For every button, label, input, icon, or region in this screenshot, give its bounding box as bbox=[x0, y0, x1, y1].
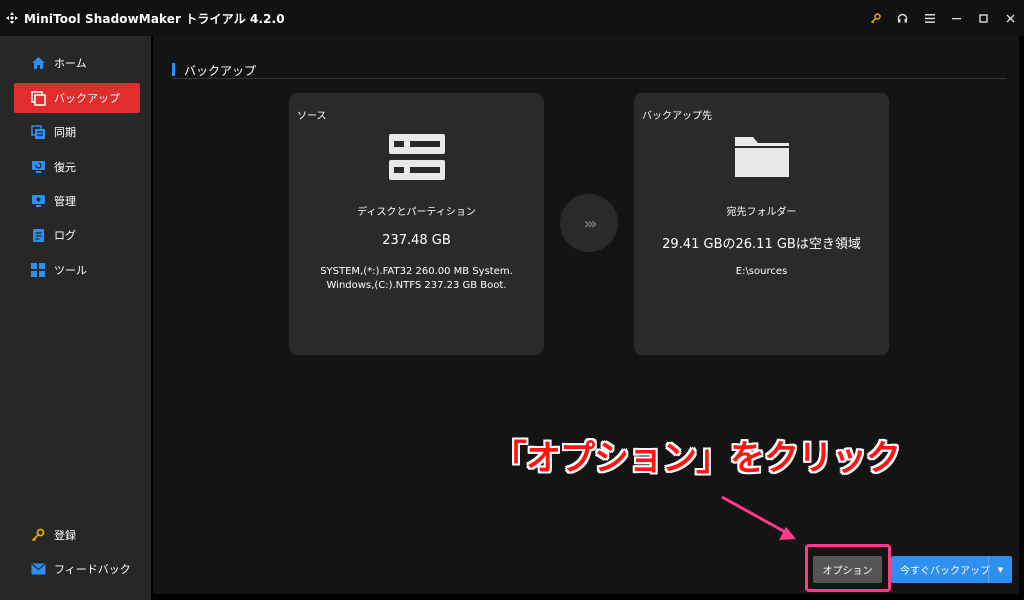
manage-icon bbox=[30, 193, 46, 209]
destination-size: 29.41 GBの26.11 GBは空き領域 bbox=[662, 237, 861, 252]
source-detail-line: Windows,(C:).NTFS 237.23 GB Boot. bbox=[326, 280, 507, 291]
sidebar-item-home[interactable]: ホーム bbox=[14, 48, 140, 78]
sidebar-item-label: 登録 bbox=[54, 529, 76, 542]
sidebar-item-label: ホーム bbox=[54, 57, 87, 70]
headset-icon[interactable] bbox=[889, 0, 916, 36]
sidebar-item-feedback[interactable]: フィードバック bbox=[14, 554, 140, 584]
maximize-icon[interactable] bbox=[970, 0, 997, 36]
section-header: バックアップ bbox=[172, 63, 1006, 79]
log-icon bbox=[30, 227, 46, 243]
app-title: MiniTool ShadowMaker トライアル 4.2.0 bbox=[24, 11, 285, 26]
backup-icon bbox=[30, 90, 46, 106]
tools-icon bbox=[30, 262, 46, 278]
sidebar-item-log[interactable]: ログ bbox=[14, 220, 140, 250]
destination-path: E:\sources bbox=[735, 266, 788, 277]
highlight-box bbox=[805, 544, 891, 592]
destination-type: 宛先フォルダー bbox=[726, 207, 797, 218]
app-logo-icon bbox=[6, 12, 18, 24]
destination-card[interactable]: バックアップ先 宛先フォルダー 29.41 GBの26.11 GBは空き領域 E… bbox=[634, 93, 889, 355]
key-icon[interactable] bbox=[862, 0, 889, 36]
annotation-text: 「オプション」をクリック bbox=[492, 439, 901, 479]
restore-icon bbox=[30, 159, 46, 175]
source-label: ソース bbox=[297, 111, 327, 122]
sidebar-item-label: 同期 bbox=[54, 126, 76, 139]
sidebar-item-label: バックアップ bbox=[54, 92, 120, 105]
arrow-indicator: ››› bbox=[560, 194, 618, 252]
source-size: 237.48 GB bbox=[382, 233, 451, 248]
sidebar-item-manage[interactable]: 管理 bbox=[14, 186, 140, 216]
sidebar-item-tools[interactable]: ツール bbox=[14, 255, 140, 285]
source-detail-line: SYSTEM,(*:).FAT32 260.00 MB System. bbox=[320, 266, 513, 277]
chevron-down-icon[interactable]: ▼ bbox=[988, 556, 1012, 583]
sidebar: ホーム バックアップ 同期 復元 管理 ログ ツール 登録 フィードバック bbox=[0, 36, 151, 600]
disk-icon bbox=[388, 134, 445, 180]
sync-icon bbox=[30, 124, 46, 140]
key-icon bbox=[30, 527, 46, 543]
window-controls bbox=[862, 0, 1024, 36]
close-icon[interactable] bbox=[997, 0, 1024, 36]
menu-icon[interactable] bbox=[916, 0, 943, 36]
source-type: ディスクとパーティション bbox=[357, 207, 476, 218]
source-card[interactable]: ソース ディスクとパーティション 237.48 GB SYSTEM,(*:).F… bbox=[289, 93, 544, 355]
sidebar-item-backup[interactable]: バックアップ bbox=[14, 83, 140, 113]
sidebar-item-label: ツール bbox=[54, 264, 87, 277]
sidebar-item-label: フィードバック bbox=[54, 563, 131, 576]
mail-icon bbox=[30, 561, 46, 577]
sidebar-item-register[interactable]: 登録 bbox=[14, 520, 140, 550]
backup-now-label: 今すぐバックアップ bbox=[900, 566, 990, 577]
main-panel: バックアップ ソース ディスクとパーティション 237.48 GB SYSTEM… bbox=[153, 36, 1019, 594]
page-title: バックアップ bbox=[184, 64, 257, 78]
sidebar-item-label: 復元 bbox=[54, 161, 76, 174]
source-detail: SYSTEM,(*:).FAT32 260.00 MB System. Wind… bbox=[289, 265, 544, 293]
minimize-icon[interactable] bbox=[943, 0, 970, 36]
title-bar: MiniTool ShadowMaker トライアル 4.2.0 bbox=[0, 0, 1024, 36]
section-accent-bar bbox=[172, 63, 175, 76]
sidebar-item-label: ログ bbox=[54, 229, 76, 242]
sidebar-item-label: 管理 bbox=[54, 195, 76, 208]
destination-label: バックアップ先 bbox=[642, 111, 712, 122]
backup-now-button[interactable]: 今すぐバックアップ ▼ bbox=[891, 556, 1012, 583]
sidebar-item-sync[interactable]: 同期 bbox=[14, 117, 140, 147]
home-icon bbox=[30, 55, 46, 71]
triple-chevron-icon: ››› bbox=[583, 213, 598, 233]
folder-icon bbox=[734, 137, 789, 177]
sidebar-item-restore[interactable]: 復元 bbox=[14, 152, 140, 182]
